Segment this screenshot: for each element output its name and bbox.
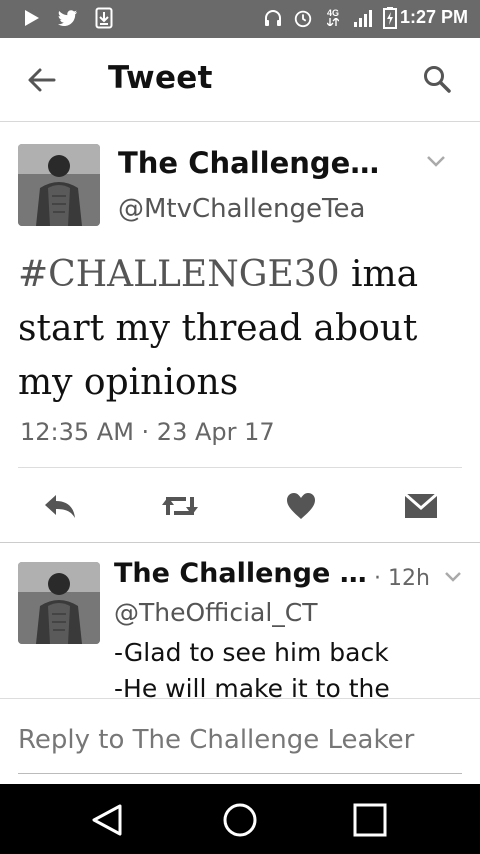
app-bar: Tweet [0, 38, 480, 122]
tweet-text: #CHALLENGE30 ima start my thread about m… [18, 248, 468, 410]
reply-author-handle[interactable]: @TheOfficial_CT [114, 598, 318, 627]
reply-composer: Reply to The Challenge Leaker [0, 698, 480, 784]
direct-message-icon[interactable] [401, 486, 441, 526]
tweet-author-handle[interactable]: @MtvChallengeTea [118, 194, 365, 224]
reply-timestamp: · 12h [374, 566, 430, 591]
tweet-actions [0, 486, 480, 530]
back-arrow-icon[interactable] [26, 64, 58, 96]
battery-charging-icon [382, 6, 397, 29]
divider [0, 542, 480, 543]
tweet-author-name[interactable]: The Challenge… [118, 146, 379, 180]
android-nav-bar [0, 784, 480, 854]
tweet-timestamp: 12:35 AM · 23 Apr 17 [20, 418, 275, 446]
search-icon[interactable] [422, 64, 452, 94]
nav-back-icon[interactable] [90, 802, 126, 838]
twitter-bird-icon [58, 8, 78, 28]
like-heart-icon[interactable] [281, 486, 321, 526]
clock-text: 1:27 PM [399, 7, 468, 27]
headset-icon [263, 8, 283, 28]
download-icon [94, 7, 114, 29]
page-title: Tweet [108, 60, 213, 96]
retweet-icon[interactable] [160, 486, 200, 526]
chevron-down-icon[interactable] [426, 154, 446, 168]
input-underline [18, 773, 462, 774]
tweet-author-avatar[interactable] [18, 144, 100, 226]
alarm-icon [293, 8, 313, 28]
reply-author-avatar[interactable] [18, 562, 100, 644]
divider [18, 467, 462, 468]
signal-icon [353, 8, 373, 28]
nav-home-icon[interactable] [222, 802, 258, 838]
nav-recents-icon[interactable] [352, 802, 388, 838]
network-4g-icon: 4G [323, 8, 343, 28]
status-bar: 4G 1:27 PM [0, 0, 480, 38]
reply-author-name[interactable]: The Challenge … [114, 558, 367, 589]
reply-icon[interactable] [40, 486, 80, 526]
chevron-down-icon[interactable] [444, 570, 462, 583]
hashtag-link[interactable]: #CHALLENGE30 [18, 254, 340, 295]
reply-text-line: -Glad to see him back [114, 638, 389, 667]
reply-input[interactable]: Reply to The Challenge Leaker [18, 725, 414, 755]
play-icon [22, 8, 42, 28]
